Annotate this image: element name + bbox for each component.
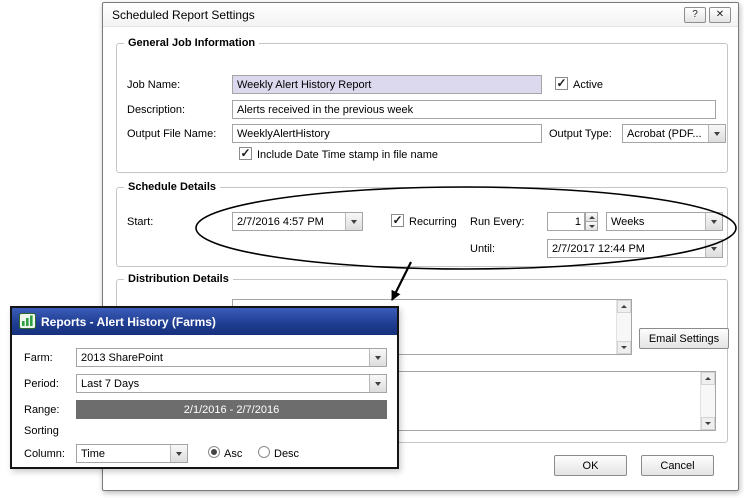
dropdown-arrow-icon (705, 213, 722, 230)
reports-dialog-title: Reports - Alert History (Farms) (41, 315, 216, 329)
schedule-group-title: Schedule Details (124, 181, 220, 193)
run-every-unit-select[interactable]: Weeks (606, 212, 723, 231)
asc-label: Asc (224, 448, 242, 460)
active-label: Active (573, 79, 603, 91)
scroll-down-icon[interactable] (701, 417, 715, 430)
distribution-group-title: Distribution Details (124, 273, 233, 285)
sorting-label: Sorting (24, 425, 59, 437)
checkmark-icon: ✓ (392, 214, 402, 226)
help-button[interactable]: ? (684, 7, 706, 23)
active-checkbox[interactable]: ✓ (555, 77, 568, 90)
general-group-title: General Job Information (124, 37, 259, 49)
scroll-up-icon[interactable] (617, 300, 631, 313)
output-file-name-label: Output File Name: (127, 128, 216, 140)
description-label: Description: (127, 104, 185, 116)
main-title-bar[interactable]: Scheduled Report Settings (103, 3, 738, 27)
sort-column-value: Time (77, 445, 170, 462)
dropdown-arrow-icon (369, 375, 386, 392)
asc-radio[interactable] (208, 446, 220, 458)
job-name-input[interactable] (232, 75, 542, 94)
scroll-up-icon[interactable] (701, 372, 715, 385)
screen: Scheduled Report Settings ? ✕ General Jo… (0, 0, 744, 498)
range-field: 2/1/2016 - 2/7/2016 (76, 400, 387, 419)
ok-button[interactable]: OK (554, 455, 627, 476)
run-every-stepper (585, 212, 598, 231)
email-settings-button[interactable]: Email Settings (639, 328, 729, 349)
recurring-label: Recurring (409, 216, 457, 228)
description-input[interactable] (232, 100, 716, 119)
scrollbar[interactable] (616, 300, 631, 354)
scroll-down-icon[interactable] (617, 341, 631, 354)
period-label: Period: (24, 378, 59, 390)
run-every-unit-value: Weeks (607, 213, 705, 230)
dropdown-arrow-icon (170, 445, 187, 462)
help-icon: ? (692, 10, 698, 20)
reports-alert-history-dialog: Reports - Alert History (Farms) Farm: 20… (10, 306, 399, 469)
reports-title-bar[interactable]: Reports - Alert History (Farms) (12, 308, 397, 335)
dialog-title: Scheduled Report Settings (112, 8, 255, 22)
datetime-stamp-checkbox[interactable]: ✓ (239, 147, 252, 160)
sort-column-select[interactable]: Time (76, 444, 188, 463)
checkmark-icon: ✓ (240, 147, 250, 159)
start-label: Start: (127, 216, 153, 228)
checkmark-icon: ✓ (556, 77, 566, 89)
spin-down-button[interactable] (585, 222, 598, 231)
output-type-value: Acrobat (PDF... (623, 125, 708, 142)
close-icon: ✕ (716, 10, 724, 20)
output-file-name-input[interactable] (232, 124, 542, 143)
desc-radio[interactable] (258, 446, 270, 458)
farm-value: 2013 SharePoint (77, 349, 369, 366)
run-every-label: Run Every: (470, 216, 524, 228)
until-datetime-select[interactable]: 2/7/2017 12:44 PM (547, 239, 723, 258)
start-datetime-select[interactable]: 2/7/2016 4:57 PM (232, 212, 363, 231)
close-button[interactable]: ✕ (709, 7, 731, 23)
period-value: Last 7 Days (77, 375, 369, 392)
farm-select[interactable]: 2013 SharePoint (76, 348, 387, 367)
titlebar-buttons: ? ✕ (684, 7, 731, 23)
until-label: Until: (470, 243, 495, 255)
start-datetime-value: 2/7/2016 4:57 PM (233, 213, 345, 230)
output-type-label: Output Type: (549, 128, 612, 140)
spin-up-button[interactable] (585, 212, 598, 222)
range-label: Range: (24, 404, 59, 416)
desc-label: Desc (274, 448, 299, 460)
job-name-label: Job Name: (127, 79, 180, 91)
datetime-stamp-label: Include Date Time stamp in file name (257, 149, 438, 161)
farm-label: Farm: (24, 352, 53, 364)
dropdown-arrow-icon (345, 213, 362, 230)
column-label: Column: (24, 448, 65, 460)
output-type-select[interactable]: Acrobat (PDF... (622, 124, 726, 143)
dropdown-arrow-icon (708, 125, 725, 142)
run-every-input[interactable] (547, 212, 585, 231)
dropdown-arrow-icon (705, 240, 722, 257)
dropdown-arrow-icon (369, 349, 386, 366)
period-select[interactable]: Last 7 Days (76, 374, 387, 393)
cancel-button[interactable]: Cancel (641, 455, 714, 476)
recurring-checkbox[interactable]: ✓ (391, 214, 404, 227)
reports-app-icon (19, 313, 36, 329)
until-datetime-value: 2/7/2017 12:44 PM (548, 240, 705, 257)
scrollbar[interactable] (700, 372, 715, 430)
